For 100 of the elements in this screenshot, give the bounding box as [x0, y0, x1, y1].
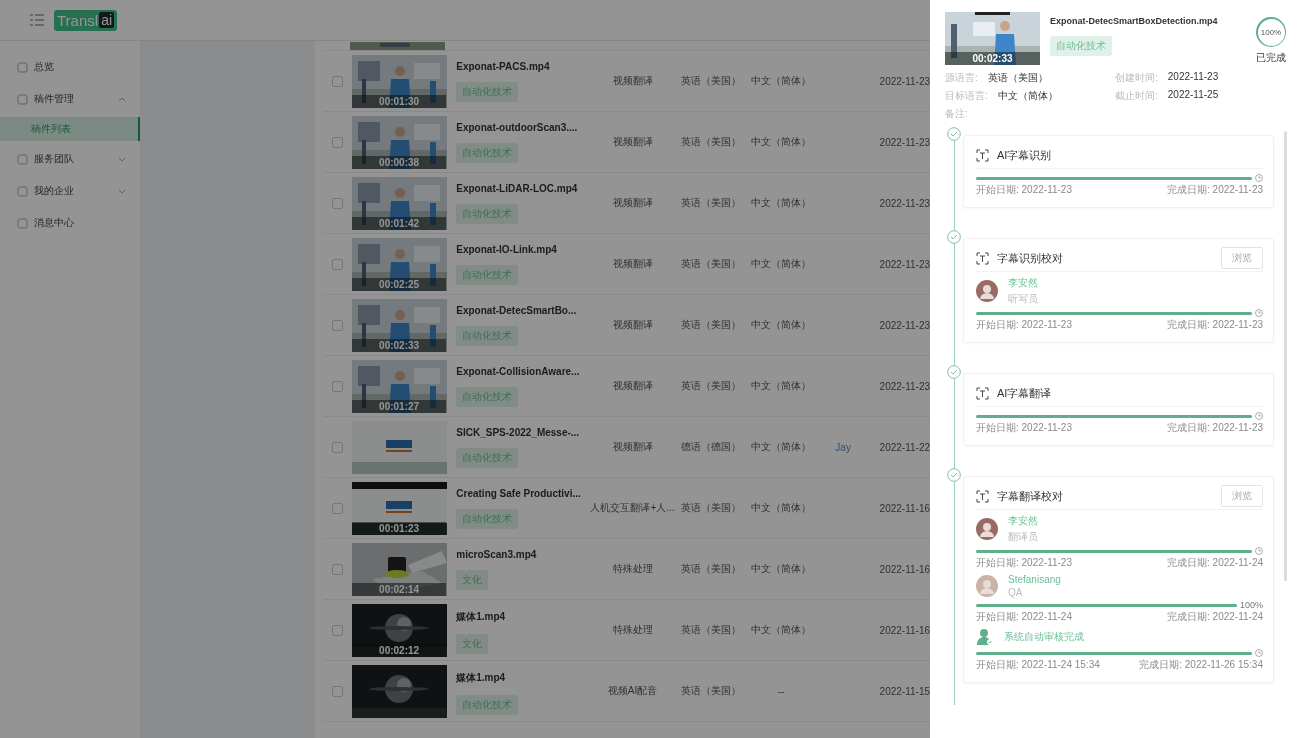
subtitle-icon: [976, 386, 989, 400]
file-name[interactable]: Exponat-PACS.mp4: [456, 61, 550, 72]
end-date: 完成日期: 2022-11-23: [1167, 421, 1263, 435]
subtitle-icon: [976, 251, 989, 265]
checkbox[interactable]: [332, 380, 343, 392]
status-label: 已完成: [1256, 51, 1286, 65]
category-tag: 文化: [456, 634, 489, 654]
table-cell-text: 中文（简体）: [750, 379, 813, 393]
category-tag: 自动化技术: [456, 204, 519, 224]
table-cell-text: 英语（美国）: [679, 562, 742, 576]
file-name[interactable]: Exponat-LiDAR-LOC.mp4: [456, 183, 578, 194]
table-cell-text: 特殊处理: [611, 623, 654, 637]
file-name[interactable]: Exponat-IO-Link.mp4: [456, 244, 557, 255]
clock-icon: [1255, 547, 1263, 555]
clock-icon: [1255, 174, 1263, 182]
table-cell-text: 视频AI配音: [606, 684, 659, 698]
nav-item[interactable]: 总览: [0, 51, 140, 83]
progress-ring: 100%: [1256, 17, 1286, 47]
table-cell-text: 英语（美国）: [679, 684, 742, 698]
table-cell-text: 2022-11-15: [878, 685, 930, 697]
person-role: 翻译员: [1008, 530, 1038, 544]
subtitle-icon: [976, 489, 989, 503]
nav-icon: [17, 185, 28, 197]
table-cell-text: 视频翻译: [611, 74, 654, 88]
table-cell-text: 德语（德国）: [679, 440, 742, 454]
checkbox[interactable]: [332, 624, 343, 636]
scrollbar[interactable]: [1284, 131, 1287, 581]
clock-icon: [1255, 309, 1263, 317]
table-cell-text: 视频翻译: [611, 135, 654, 149]
table-cell-text: 2022-11-22: [878, 441, 930, 453]
field-label: 目标语言:: [945, 89, 988, 103]
file-name[interactable]: 媒体1.mp4: [456, 610, 506, 624]
table-cell-text: 特殊处理: [611, 562, 654, 576]
field-value: 英语（美国）: [987, 71, 1048, 85]
table-cell-text: 2022-11-23: [878, 75, 930, 87]
table-cell: 人机交互翻译+人...: [590, 501, 675, 515]
nav-icon: [17, 217, 28, 229]
category-tag: 自动化技术: [1050, 36, 1112, 56]
checkbox[interactable]: [332, 319, 343, 331]
menu-icon[interactable]: [30, 14, 44, 26]
category-tag: 文化: [456, 570, 489, 590]
checkbox[interactable]: [332, 197, 343, 209]
checkbox[interactable]: [332, 441, 343, 453]
step-title: 字幕翻译校对: [997, 488, 1064, 504]
table-cell-text: 视频翻译: [611, 440, 654, 454]
file-name[interactable]: Exponat-CollisionAware...: [456, 366, 580, 377]
checkbox[interactable]: [332, 136, 343, 148]
table-cell-text: 2022-11-23: [878, 258, 930, 270]
nav-item[interactable]: 服务团队: [0, 143, 140, 175]
nav-icon: [17, 93, 28, 105]
table-cell-text: 中文（简体）: [750, 74, 813, 88]
checkbox[interactable]: [332, 563, 343, 575]
nav-icon: [17, 153, 28, 165]
file-name[interactable]: 媒体1.mp4: [456, 671, 506, 685]
file-name[interactable]: Exponat-outdoorScan3....: [456, 122, 578, 133]
person-name: Stefanisang: [1008, 574, 1061, 585]
table-cell-text: 中文（简体）: [750, 196, 813, 210]
checkbox[interactable]: [332, 685, 343, 697]
clock-icon: [1255, 649, 1263, 657]
file-name[interactable]: Exponat-DetecSmartBo...: [456, 305, 577, 316]
step-title: AI字幕翻译: [997, 385, 1053, 401]
file-name[interactable]: Creating Safe Productivi...: [456, 488, 581, 499]
table-cell-text: 2022-11-23: [878, 136, 930, 148]
user-check-icon: [976, 628, 994, 646]
category-tag: 自动化技术: [456, 326, 519, 346]
table-cell-text: 2022-11-23: [878, 319, 930, 331]
table-cell-text: 英语（美国）: [679, 379, 742, 393]
nav-item[interactable]: 我的企业: [0, 175, 140, 207]
table-cell-text: 视频翻译: [611, 257, 654, 271]
table-cell: Jay: [835, 441, 851, 453]
nav-item[interactable]: 消息中心: [0, 207, 140, 239]
end-date: 完成日期: 2022-11-26 15:34: [1139, 658, 1263, 672]
nav-item[interactable]: 稿件管理: [0, 83, 140, 115]
end-date: 完成日期: 2022-11-23: [1167, 318, 1263, 332]
category-tag: 自动化技术: [456, 265, 519, 285]
checkbox[interactable]: [332, 258, 343, 270]
field-value: 中文（简体）: [997, 89, 1058, 103]
checkbox[interactable]: [332, 75, 343, 87]
end-date: 完成日期: 2022-11-24: [1167, 556, 1263, 570]
category-tag: 自动化技术: [456, 143, 519, 163]
field-label: 截止时间:: [1115, 89, 1158, 103]
table-cell-text: 英语（美国）: [679, 623, 742, 637]
table-cell-text: 中文（简体）: [750, 257, 813, 271]
file-name[interactable]: SICK_SPS-2022_Messe-...: [456, 427, 580, 438]
category-tag: 自动化技术: [456, 695, 519, 715]
field-value: 2022-11-23: [1167, 71, 1219, 84]
table-cell-text: 中文（简体）: [750, 318, 813, 332]
end-date: 完成日期: 2022-11-23: [1167, 183, 1263, 197]
table-cell-text: 中文（简体）: [750, 135, 813, 149]
avatar: [976, 518, 998, 540]
system-note: 系统自动审核完成: [1004, 630, 1084, 644]
table-cell-text: 英语（美国）: [679, 318, 742, 332]
checkbox[interactable]: [332, 502, 343, 514]
file-name[interactable]: microScan3.mp4: [456, 549, 537, 560]
field-label: 备注:: [945, 107, 968, 121]
start-date: 开始日期: 2022-11-24: [976, 610, 1072, 624]
progress-reading: 100%: [1239, 600, 1263, 610]
category-tag: 自动化技术: [456, 448, 519, 468]
table-cell-text: 2022-11-16: [878, 563, 930, 575]
end-date: 完成日期: 2022-11-24: [1167, 610, 1263, 624]
